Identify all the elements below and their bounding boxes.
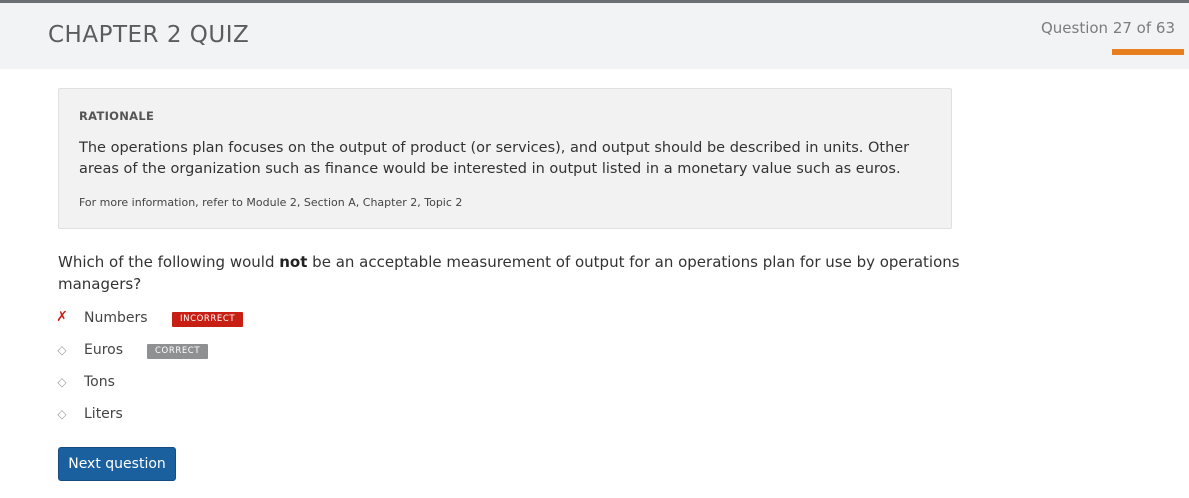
question-emphasis: not xyxy=(279,253,308,271)
incorrect-badge: INCORRECT xyxy=(172,312,244,327)
diamond-bullet-icon: ◇ xyxy=(57,407,67,421)
answer-label: Tons xyxy=(84,374,115,390)
answer-label: Numbers xyxy=(84,310,148,326)
quiz-title: CHAPTER 2 QUIZ xyxy=(48,22,250,48)
answer-option-tons[interactable]: ◇ Tons xyxy=(56,373,356,395)
rationale-text: The operations plan focuses on the outpu… xyxy=(79,140,910,177)
correct-badge: CORRECT xyxy=(147,344,209,359)
diamond-bullet-icon: ◇ xyxy=(57,375,67,389)
answer-option-liters[interactable]: ◇ Liters xyxy=(56,405,356,427)
answer-label: Euros xyxy=(84,342,124,358)
diamond-bullet-icon: ◇ xyxy=(57,343,67,357)
question-counter: Question 27 of 63 xyxy=(1040,19,1175,37)
question-text: Which of the following would not be an a… xyxy=(58,251,968,295)
answer-option-numbers[interactable]: ✗ Numbers INCORRECT xyxy=(56,309,356,331)
incorrect-x-icon: ✗ xyxy=(56,309,68,325)
rationale-heading: RATIONALE xyxy=(79,109,155,123)
answer-option-euros[interactable]: ◇ Euros CORRECT xyxy=(56,341,356,363)
rationale-panel: RATIONALE The operations plan focuses on… xyxy=(58,88,952,229)
question-text-start: Which of the following would xyxy=(58,253,280,271)
progress-bar xyxy=(1112,49,1184,55)
next-question-button[interactable]: Next question xyxy=(58,447,176,481)
rationale-reference: For more information, refer to Module 2,… xyxy=(79,196,463,209)
progress-bar-fill xyxy=(1112,49,1184,55)
quiz-header: CHAPTER 2 QUIZ Question 27 of 63 xyxy=(0,3,1189,69)
answer-label: Liters xyxy=(84,406,123,422)
